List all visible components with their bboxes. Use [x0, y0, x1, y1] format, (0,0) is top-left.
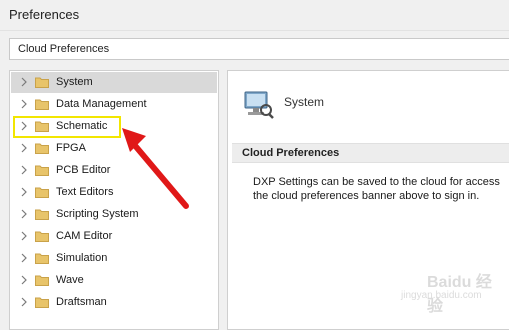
folder-icon	[35, 297, 49, 308]
chevron-right-icon[interactable]	[19, 275, 29, 285]
chevron-right-icon[interactable]	[19, 209, 29, 219]
chevron-right-icon[interactable]	[19, 253, 29, 263]
tree-item-draftsman[interactable]: Draftsman	[11, 292, 217, 313]
chevron-right-icon[interactable]	[19, 187, 29, 197]
folder-icon	[35, 143, 49, 154]
tree-item-label: Text Editors	[56, 186, 114, 198]
folder-icon	[35, 99, 49, 110]
section-header-cloud-preferences: Cloud Preferences	[232, 143, 509, 163]
tree-item-label: Data Management	[56, 98, 147, 110]
tree-item-label: Wave	[56, 274, 84, 286]
tree-item-label: Draftsman	[56, 296, 107, 308]
description-line: the cloud preferences banner above to si…	[253, 190, 480, 202]
description-line: DXP Settings can be saved to the cloud f…	[253, 176, 500, 188]
annotation-highlight-box	[13, 116, 121, 138]
watermark-logo: Baidu 经验 jingyan.baidu.com	[393, 262, 505, 318]
cloud-preferences-description: DXP Settings can be saved to the cloud f…	[253, 175, 509, 203]
system-computer-icon	[244, 91, 274, 119]
chevron-right-icon[interactable]	[19, 143, 29, 153]
tree-item-system[interactable]: System	[11, 72, 217, 93]
folder-icon	[35, 77, 49, 88]
title-divider	[0, 30, 509, 31]
cloud-bar-label: Cloud Preferences	[18, 43, 110, 55]
tree-item-simulation[interactable]: Simulation	[11, 248, 217, 269]
folder-icon	[35, 209, 49, 220]
window-title: Preferences	[9, 7, 80, 22]
section-title: Cloud Preferences	[242, 147, 340, 159]
tree-item-label: Simulation	[56, 252, 108, 264]
tree-item-label: CAM Editor	[56, 230, 113, 242]
tree-item-label: PCB Editor	[56, 164, 111, 176]
chevron-right-icon[interactable]	[19, 99, 29, 109]
folder-icon	[35, 187, 49, 198]
folder-icon	[35, 231, 49, 242]
chevron-right-icon[interactable]	[19, 77, 29, 87]
chevron-right-icon[interactable]	[19, 231, 29, 241]
chevron-right-icon[interactable]	[19, 297, 29, 307]
folder-icon	[35, 275, 49, 286]
tree-item-label: System	[56, 76, 93, 88]
folder-icon	[35, 253, 49, 264]
folder-icon	[35, 165, 49, 176]
tree-item-data-management[interactable]: Data Management	[11, 94, 217, 115]
page-title: System	[284, 95, 325, 109]
watermark-subtext: jingyan.baidu.com	[401, 290, 482, 301]
tree-item-cam-editor[interactable]: CAM Editor	[11, 226, 217, 247]
tree-item-wave[interactable]: Wave	[11, 270, 217, 291]
chevron-right-icon[interactable]	[19, 165, 29, 175]
cloud-preferences-bar[interactable]: Cloud Preferences	[9, 38, 509, 60]
tree-item-label: FPGA	[56, 142, 86, 154]
annotation-arrow-icon	[122, 128, 189, 209]
